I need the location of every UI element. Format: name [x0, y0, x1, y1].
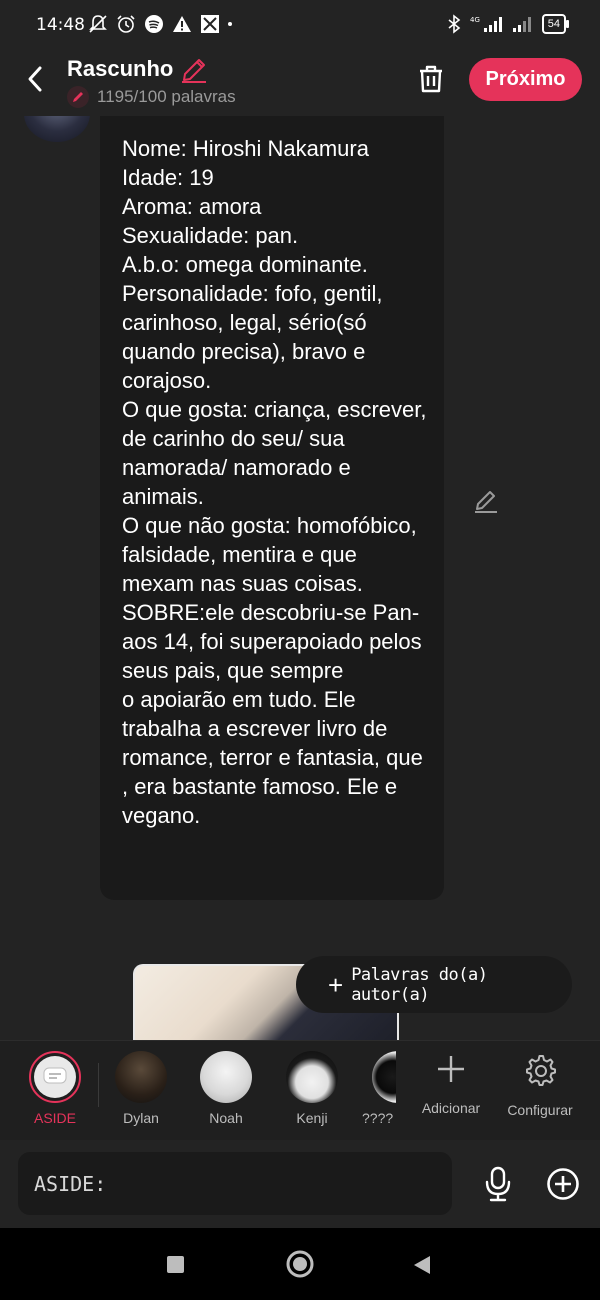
top-app-bar: Rascunho 1195/100 palavras Próximo: [0, 52, 600, 116]
add-label: Adicionar: [421, 1100, 481, 1116]
author-words-label: Palavras do(a) autor(a): [351, 964, 488, 1005]
alarm-icon: [117, 15, 135, 33]
microphone-icon: [485, 1166, 511, 1202]
message-input[interactable]: [18, 1152, 452, 1215]
back-button[interactable]: [18, 62, 52, 96]
status-time: 14:48: [36, 15, 85, 35]
avatar: [200, 1051, 252, 1103]
spotify-icon: [145, 15, 163, 33]
page-title[interactable]: Rascunho: [67, 56, 173, 82]
svg-text:4G: 4G: [470, 16, 480, 24]
add-character-button[interactable]: Adicionar: [406, 1053, 496, 1116]
character-kenji[interactable]: Kenji: [277, 1051, 347, 1126]
plus-icon: +: [328, 969, 344, 1000]
author-words-button[interactable]: + Palavras do(a) autor(a): [296, 956, 572, 1013]
character-name: Dylan: [123, 1110, 159, 1126]
draft-pencil-icon: [67, 86, 89, 108]
dot-icon: [228, 22, 232, 26]
avatar: [372, 1051, 396, 1103]
aside-avatar: [29, 1051, 81, 1103]
chevron-left-icon: [28, 66, 42, 92]
gear-icon: [526, 1055, 556, 1086]
app-icon: [201, 15, 219, 33]
pencil-icon: [182, 59, 206, 83]
signal-4g-icon: 4G: [470, 16, 502, 32]
avatar[interactable]: [24, 116, 90, 142]
edit-title-button[interactable]: [180, 56, 208, 89]
bluetooth-icon: [448, 14, 461, 34]
character-bar: ASIDE Dylan Noah Kenji ???? Adicionar Co…: [0, 1040, 600, 1141]
message-bubble[interactable]: Nome: Hiroshi Nakamura Idade: 19 Aroma: …: [100, 116, 444, 900]
home-button[interactable]: [286, 1250, 314, 1278]
battery-icon: 54: [541, 14, 570, 34]
delete-button[interactable]: [412, 60, 450, 98]
avatar: [286, 1051, 338, 1103]
character-noah[interactable]: Noah: [191, 1051, 261, 1126]
recents-button[interactable]: [167, 1256, 184, 1273]
pencil-icon: [475, 491, 497, 513]
word-count: 1195/100 palavras: [97, 87, 236, 106]
warning-icon: [173, 16, 191, 32]
chat-area[interactable]: Nome: Hiroshi Nakamura Idade: 19 Aroma: …: [0, 116, 600, 1040]
status-icons-left: [88, 14, 232, 34]
character-name: ASIDE: [33, 1110, 76, 1126]
message-text: Nome: Hiroshi Nakamura Idade: 19 Aroma: …: [122, 136, 427, 828]
character-aside[interactable]: ASIDE: [20, 1051, 90, 1126]
character-name: Noah: [209, 1110, 243, 1126]
chat-bubble-icon: [43, 1067, 67, 1084]
signal-icon: [512, 17, 531, 32]
avatar: [115, 1051, 167, 1103]
status-bar: 14:48 4G 54: [0, 0, 600, 52]
character-name: ????: [362, 1110, 394, 1126]
character-dylan[interactable]: Dylan: [106, 1051, 176, 1126]
settings-label: Configurar: [507, 1102, 573, 1118]
divider: [98, 1063, 99, 1107]
next-button[interactable]: Próximo: [469, 58, 582, 101]
input-bar: [0, 1140, 600, 1228]
add-button[interactable]: [543, 1164, 583, 1204]
nav-back-button[interactable]: [412, 1254, 432, 1276]
mute-bell-icon: [89, 15, 107, 33]
plus-icon: [438, 1056, 464, 1082]
character-unknown[interactable]: ????: [362, 1051, 396, 1126]
edit-message-button[interactable]: [473, 488, 499, 519]
settings-button[interactable]: Configurar: [495, 1053, 585, 1118]
voice-button[interactable]: [478, 1162, 518, 1206]
system-navigation-bar: [0, 1228, 600, 1300]
plus-circle-icon: [547, 1168, 579, 1200]
status-icons-right: 4G 54: [446, 14, 570, 34]
trash-icon: [420, 65, 442, 93]
character-name: Kenji: [296, 1110, 328, 1126]
